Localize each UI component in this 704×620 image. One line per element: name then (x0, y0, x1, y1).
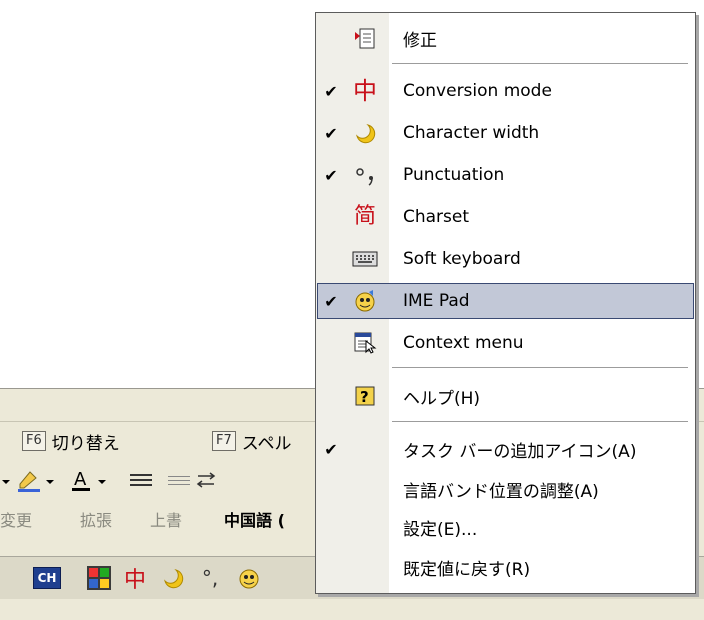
ime-pad-icon (345, 289, 385, 313)
punctuation-icon: °, (201, 566, 219, 590)
langbar-width-button[interactable] (158, 565, 188, 591)
language-ch-button[interactable]: CH (32, 565, 62, 591)
menu-item-band-position[interactable]: 言語バンド位置の調整(A) (317, 471, 694, 507)
ime-context-menu: 修正 ✔ 中 Conversion mode ✔ Character width… (315, 12, 696, 594)
check-icon: ✔ (324, 123, 338, 143)
status-change: 変更 (0, 511, 33, 530)
check-icon: ✔ (324, 291, 338, 311)
align-justify-button[interactable] (128, 468, 218, 492)
menu-item-character-width[interactable]: ✔ Character width (317, 115, 694, 151)
langbar-imepad-button[interactable] (234, 565, 264, 591)
context-menu-icon (345, 331, 385, 355)
simplified-charset-icon: 简 (353, 204, 376, 229)
f7-label: スペル (241, 433, 292, 454)
f6-key-label: F6 (22, 431, 46, 451)
menu-item-soft-keyboard[interactable]: Soft keyboard (317, 241, 694, 277)
menu-label: IME Pad (403, 291, 470, 311)
ime-msp-button[interactable] (84, 565, 114, 591)
font-color-button[interactable]: A (70, 468, 120, 492)
menu-separator (392, 63, 688, 64)
f6-label: 切り替え (51, 433, 120, 454)
font-color-icon: A (72, 469, 106, 491)
check-icon: ✔ (324, 165, 338, 185)
svg-text:?: ? (360, 388, 369, 406)
menu-label: Context menu (403, 333, 524, 353)
ime-pad-icon (239, 569, 259, 589)
f7-spell-button[interactable]: F7 スペル (212, 430, 292, 454)
menu-label: 既定値に戻す(R) (403, 559, 531, 580)
menu-item-taskbar-icon[interactable]: ✔ タスク バーの追加アイコン(A) (317, 431, 694, 467)
keyboard-icon (345, 250, 385, 268)
menu-separator (392, 421, 688, 422)
menu-item-settings[interactable]: 設定(E)... (317, 509, 694, 545)
menu-item-help[interactable]: ? ヘルプ(H) (317, 378, 694, 414)
menu-label: Conversion mode (403, 81, 552, 101)
menu-separator (392, 367, 688, 368)
menu-label: 修正 (403, 30, 437, 51)
status-language: 中国語 ( (224, 511, 285, 530)
chinese-mode-icon: 中 (123, 568, 146, 593)
check-icon: ✔ (324, 439, 338, 459)
chinese-mode-icon: 中 (353, 77, 377, 105)
menu-label: タスク バーの追加アイコン(A) (403, 441, 637, 462)
status-overwrite: 上書 (150, 511, 183, 530)
half-moon-icon (345, 122, 385, 144)
menu-item-correction[interactable]: 修正 (317, 20, 694, 56)
langbar-punct-button[interactable]: °, (192, 565, 228, 591)
menu-item-ime-pad[interactable]: ✔ IME Pad (317, 283, 694, 319)
align-icons (130, 472, 216, 488)
svg-text:A: A (74, 469, 87, 490)
ch-badge: CH (32, 567, 62, 589)
menu-item-punctuation[interactable]: ✔ Punctuation (317, 157, 694, 193)
menu-label: Character width (403, 123, 540, 143)
langbar-mode-button[interactable]: 中 (120, 565, 150, 593)
menu-item-restore-defaults[interactable]: 既定値に戻す(R) (317, 549, 694, 585)
menu-label: Soft keyboard (403, 249, 521, 269)
highlight-color-button[interactable] (0, 468, 70, 492)
menu-label: ヘルプ(H) (403, 388, 481, 409)
status-extend: 拡張 (80, 511, 113, 530)
f6-switch-button[interactable]: F6 切り替え (22, 430, 120, 454)
menu-item-conversion-mode[interactable]: ✔ 中 Conversion mode (317, 73, 694, 109)
menu-label: Punctuation (403, 165, 505, 185)
help-icon: ? (345, 385, 385, 407)
menu-item-context-menu[interactable]: Context menu (317, 325, 694, 361)
menu-label: Charset (403, 207, 470, 227)
check-icon: ✔ (324, 81, 338, 101)
highlighter-icon (2, 471, 54, 492)
f7-key-label: F7 (212, 431, 236, 451)
menu-label: 設定(E)... (403, 519, 478, 540)
half-moon-icon (164, 569, 184, 589)
punctuation-icon (345, 164, 385, 186)
menu-label: 言語バンド位置の調整(A) (403, 481, 599, 502)
menu-item-charset[interactable]: 简 Charset (317, 199, 694, 235)
msp-ime-icon (87, 566, 111, 590)
correction-icon (345, 26, 385, 50)
